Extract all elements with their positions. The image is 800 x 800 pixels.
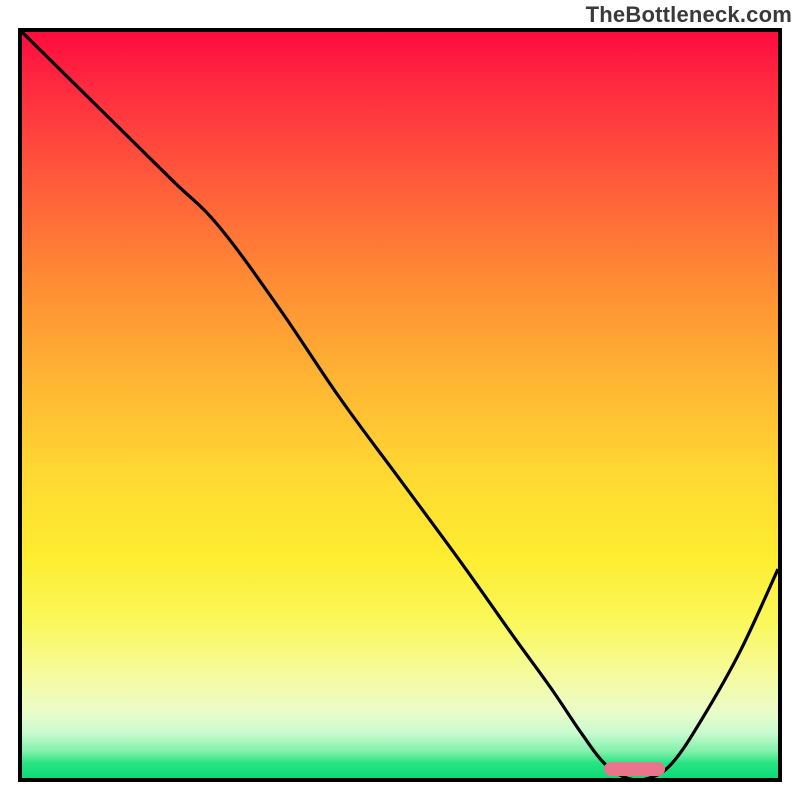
- chart-line-svg: [22, 32, 778, 778]
- optimal-range-marker: [604, 762, 664, 776]
- chart-frame: [18, 28, 782, 782]
- chart-line-path: [22, 32, 778, 778]
- watermark-text: TheBottleneck.com: [586, 2, 792, 28]
